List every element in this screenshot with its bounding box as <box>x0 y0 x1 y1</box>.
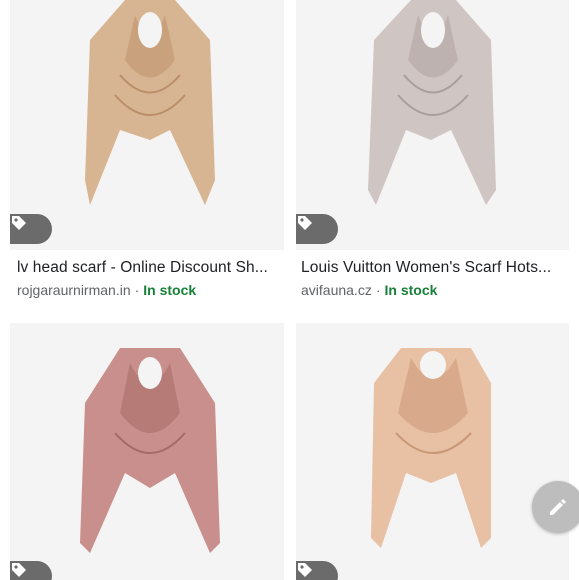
stock-status: In stock <box>143 282 197 298</box>
tag-icon[interactable] <box>296 561 338 580</box>
result-meta: avifauna.cz · In stock <box>301 282 437 298</box>
edit-button[interactable] <box>532 481 579 533</box>
separator: · <box>134 282 140 298</box>
product-image[interactable] <box>296 0 569 250</box>
scarf-image <box>80 348 220 553</box>
result-title[interactable]: lv head scarf - Online Discount Sh... <box>17 259 279 277</box>
pencil-icon <box>550 499 566 515</box>
scarf-image <box>368 0 496 205</box>
result-meta: rojgaraurnirman.in · In stock <box>17 282 196 298</box>
product-image[interactable] <box>10 323 284 580</box>
result-title[interactable]: Louis Vuitton Women's Scarf Hots... <box>301 259 563 277</box>
tag-icon[interactable] <box>296 214 338 244</box>
tag-icon[interactable] <box>10 214 52 244</box>
result-source[interactable]: rojgaraurnirman.in <box>17 282 131 298</box>
product-image[interactable] <box>296 323 569 580</box>
scarf-image <box>371 348 491 548</box>
stock-status: In stock <box>384 282 438 298</box>
scarf-image <box>85 0 215 205</box>
product-image[interactable] <box>10 0 284 250</box>
result-source[interactable]: avifauna.cz <box>301 282 372 298</box>
tag-icon[interactable] <box>10 561 52 580</box>
separator: · <box>375 282 381 298</box>
